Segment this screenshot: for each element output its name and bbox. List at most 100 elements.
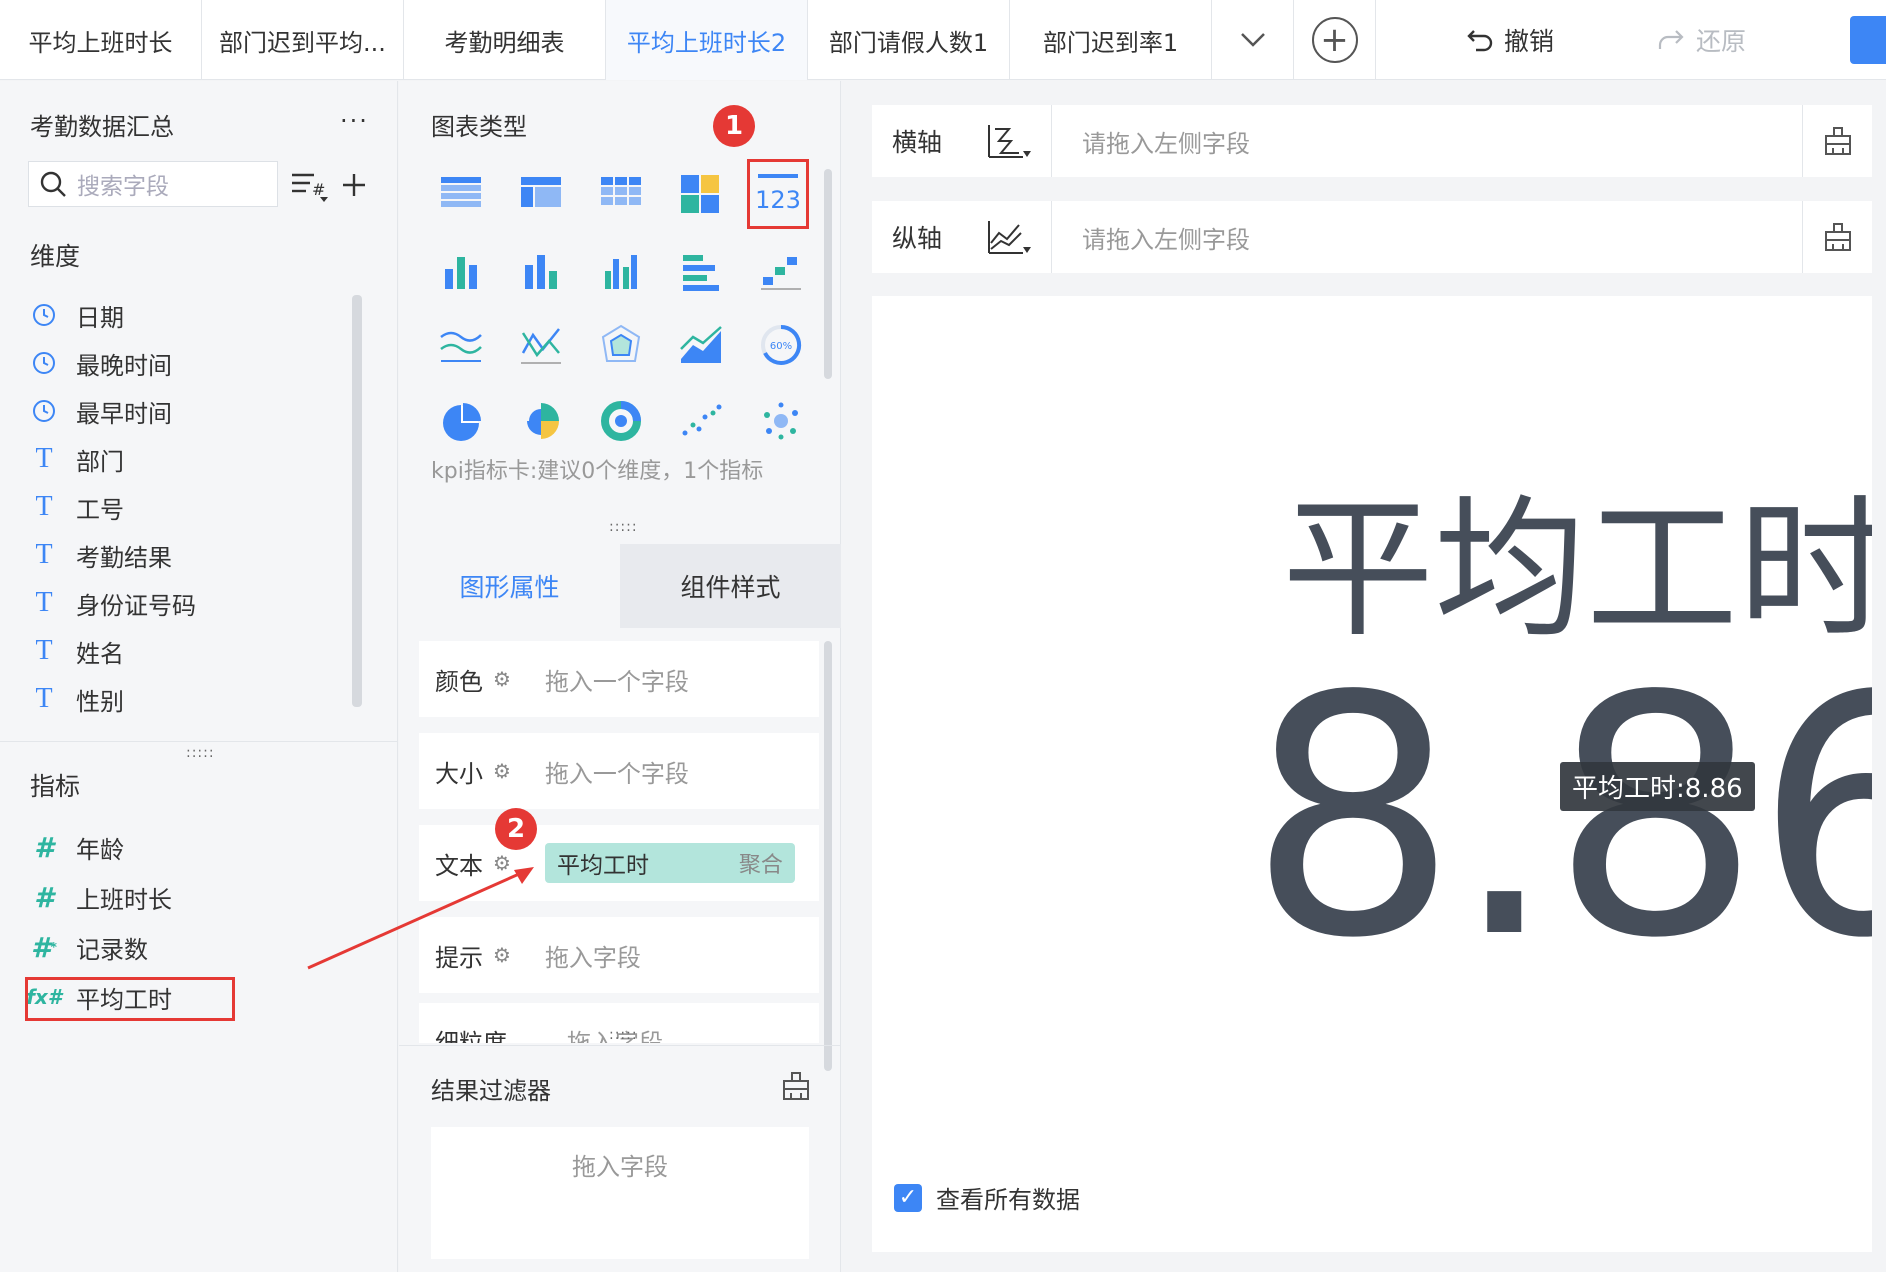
horizontal-bar-icon[interactable] [679,249,723,293]
tab-dept-leave-count[interactable]: 部门请假人数1 [808,0,1010,80]
text-field-pill[interactable]: 平均工时 聚合 [544,843,795,883]
divider [0,741,398,742]
clock-icon [30,399,58,423]
tab-dept-late-rate[interactable]: 部门迟到率1 [1010,0,1212,80]
y-axis-drop-zone[interactable]: 请拖入左侧字段 [1052,220,1802,255]
kpi-value[interactable]: 8.86 [1248,626,1872,1010]
step-badge-2: 2 [495,808,537,850]
metric-item[interactable]: # * 记录数 [30,927,148,967]
x-axis-clear-button[interactable] [1802,105,1872,177]
size-property-row[interactable]: 大小 ⚙ 拖入一个字段 [419,733,819,809]
tab-attendance-detail[interactable]: 考勤明细表 [404,0,606,80]
tab-graph-properties[interactable]: 图形属性 [399,544,620,628]
resize-handle-icon[interactable]: ::::: [609,519,638,535]
dimension-item[interactable]: 最晚时间 [30,343,172,383]
scatter-chart-icon[interactable] [679,399,723,443]
donut-chart-icon[interactable] [599,399,643,443]
tab-component-style[interactable]: 组件样式 [620,544,841,628]
grouped-bar-icon[interactable] [599,249,643,293]
rose-chart-icon[interactable] [519,399,563,443]
add-field-icon[interactable] [340,171,368,199]
brush-icon [1824,223,1851,251]
number-type-icon: # [34,830,54,864]
prop-drop-zone[interactable]: 拖入一个字段 [545,662,689,697]
chart-type-scrollbar[interactable] [824,169,832,379]
redo-button[interactable]: 还原 [1656,0,1746,80]
tab-avg-worktime-2[interactable]: 平均上班时长2 [606,0,808,80]
record-count-icon: # * [31,930,57,964]
primary-action-button[interactable] [1850,16,1886,64]
table-chart-icon[interactable] [439,171,483,215]
prop-drop-zone[interactable]: 拖入一个字段 [545,754,689,789]
y-axis-type-button[interactable] [966,201,1052,273]
line-chart-icon[interactable] [439,323,483,367]
bar-chart-icon[interactable] [519,249,563,293]
dimension-label: 日期 [76,303,124,332]
search-field-box[interactable]: 搜索字段 [28,161,278,207]
dimension-label: 性别 [76,687,124,716]
gear-icon[interactable]: ⚙ [493,759,511,783]
prop-label: 大小 [435,759,483,788]
polyline-chart-icon[interactable] [519,323,563,367]
detail-table-icon[interactable] [519,171,563,215]
pie-chart-icon[interactable] [439,399,483,443]
field-sort-icon[interactable]: # [290,169,330,203]
stacked-bar-icon[interactable] [439,249,483,293]
kpi-123-icon: 123 [756,174,800,214]
x-axis-row: 横轴 请拖入左侧字段 [872,105,1872,177]
result-filter-drop-zone[interactable]: 拖入字段 [431,1127,809,1259]
svg-text:60%: 60% [770,341,792,352]
x-axis-label: 横轴 [892,128,943,157]
search-input[interactable]: 搜索字段 [77,167,169,201]
divider [399,1045,841,1046]
cross-table-icon[interactable] [599,171,643,215]
dimension-item[interactable]: 最早时间 [30,391,172,431]
add-tab-button[interactable]: + [1294,0,1376,80]
kpi-card-chart-button[interactable]: 123 [747,159,809,229]
brush-icon [1824,127,1851,155]
dimension-item[interactable]: T 工号 [30,487,124,527]
gauge-chart-icon[interactable]: 60% [759,323,803,367]
waterfall-icon[interactable] [759,249,803,293]
text-type-icon: T [35,683,53,714]
area-chart-icon[interactable] [679,323,723,367]
metric-item[interactable]: # 上班时长 [30,877,172,917]
dimension-item[interactable]: T 考勤结果 [30,535,172,575]
y-axis-label: 纵轴 [892,224,943,253]
dimension-item[interactable]: 日期 [30,295,124,335]
dimension-item[interactable]: T 姓名 [30,631,124,671]
radar-chart-icon[interactable] [599,323,643,367]
bubble-chart-icon[interactable] [759,399,803,443]
tab-dept-late-avg[interactable]: 部门迟到平均... [202,0,404,80]
more-tabs-button[interactable] [1212,0,1294,80]
undo-button[interactable]: 撤销 [1466,0,1554,80]
text-type-icon: T [35,587,53,618]
more-options-icon[interactable]: ··· [340,107,369,135]
redo-label: 还原 [1696,27,1747,56]
resize-handle-icon[interactable]: ::::: [186,745,215,761]
brush-icon[interactable] [781,1071,811,1101]
tab-avg-worktime[interactable]: 平均上班时长 [0,0,202,80]
y-axis-clear-button[interactable] [1802,201,1872,273]
property-scrollbar[interactable] [824,641,832,1071]
dimension-section-title: 维度 [30,242,81,271]
dimension-item[interactable]: T 性别 [30,679,124,719]
view-all-data-toggle[interactable]: ✓ 查看所有数据 [894,1180,1080,1215]
resize-handle-icon[interactable]: ::::: [609,1027,638,1043]
heatmap-table-icon[interactable] [679,171,723,215]
number-type-icon: # [34,880,54,914]
metric-item[interactable]: # 年龄 [30,827,124,867]
y-axis-row: 纵轴 请拖入左侧字段 [872,201,1872,273]
checkbox-checked-icon[interactable]: ✓ [894,1183,922,1212]
search-icon [40,171,66,197]
x-axis-type-button[interactable] [966,105,1052,177]
pill-aggregate-label[interactable]: 聚合 [739,847,783,879]
color-property-row[interactable]: 颜色 ⚙ 拖入一个字段 [419,641,819,717]
gear-icon[interactable]: ⚙ [493,667,511,691]
dimension-item[interactable]: T 部门 [30,439,124,479]
prop-drop-zone[interactable]: 拖入字段 [545,938,641,973]
dimension-scrollbar[interactable] [352,295,362,707]
view-all-data-label: 查看所有数据 [936,1186,1080,1214]
x-axis-drop-zone[interactable]: 请拖入左侧字段 [1052,124,1802,159]
dimension-item[interactable]: T 身份证号码 [30,583,196,623]
